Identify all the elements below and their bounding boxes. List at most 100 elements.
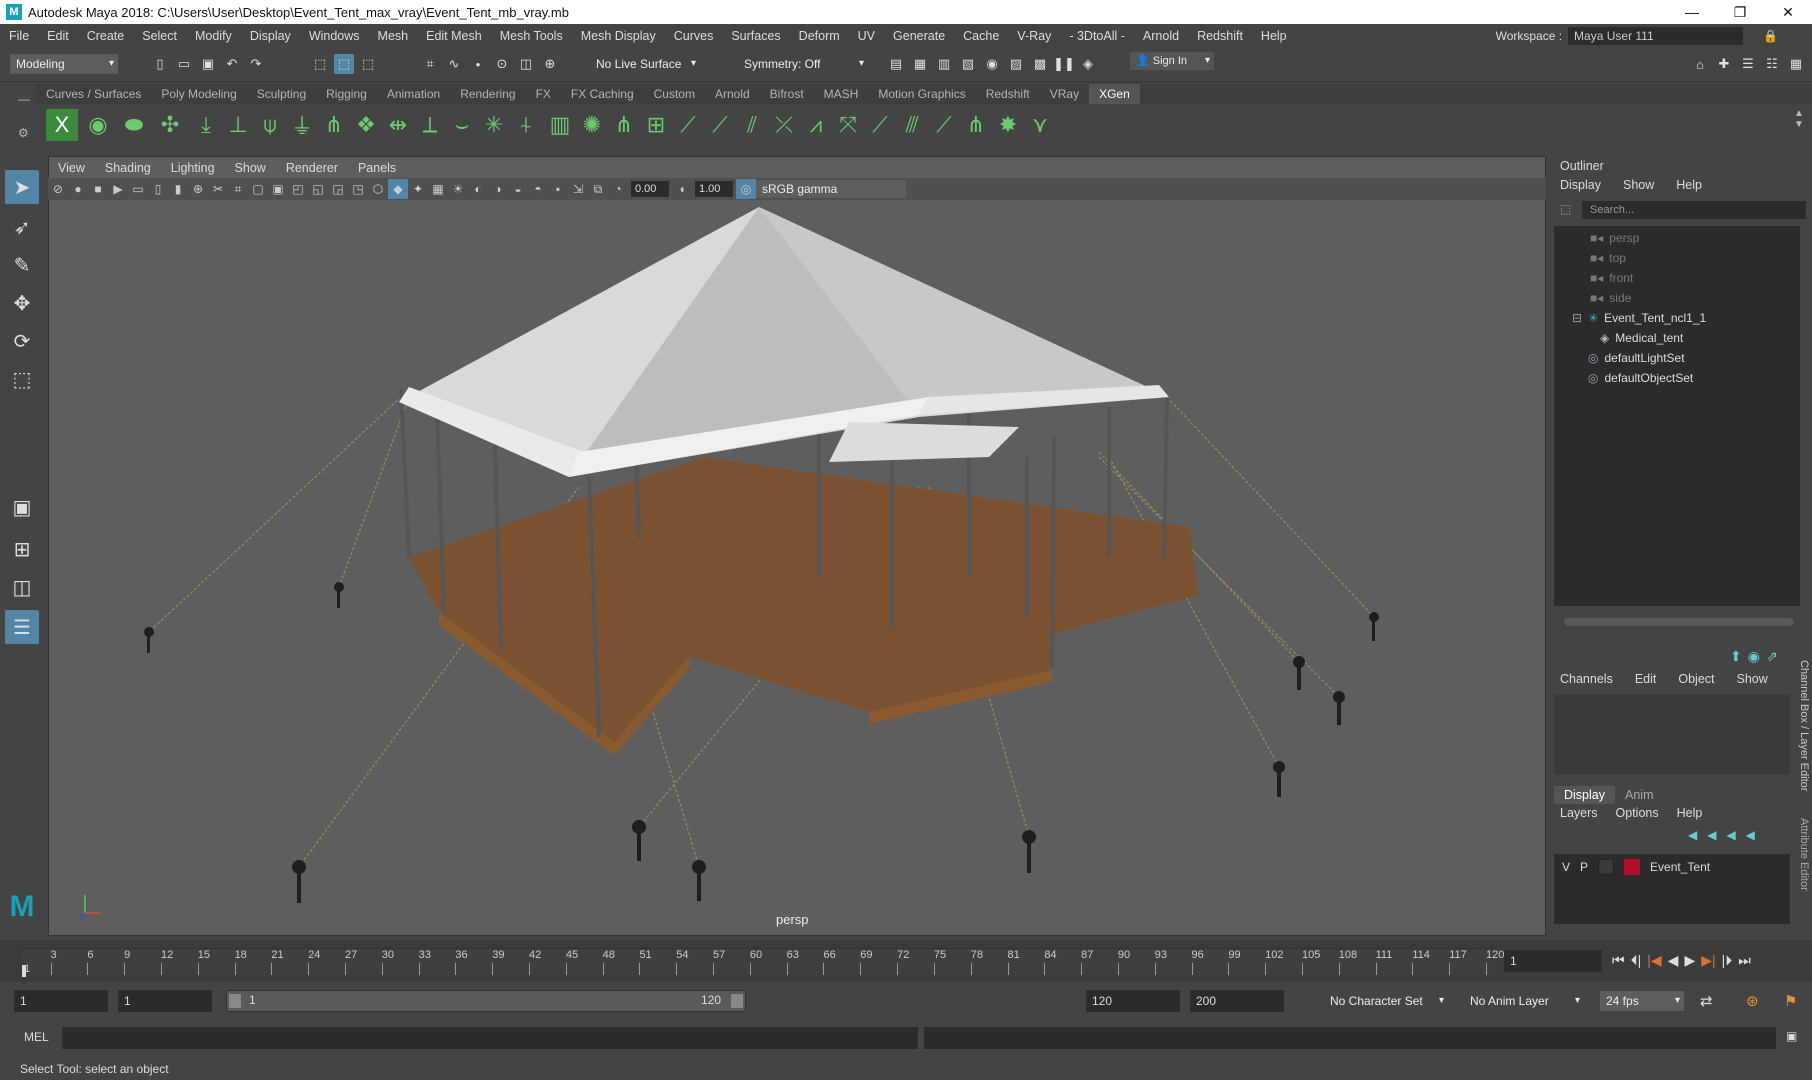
shelf-tab-bifrost[interactable]: Bifrost	[760, 84, 814, 104]
xgen-groom-twist-icon[interactable]: ⟋	[928, 109, 960, 141]
xgen-groom-smooth-icon[interactable]: ⟋	[704, 109, 736, 141]
lasso-tool-icon[interactable]: ➶	[5, 210, 39, 244]
layer-visibility-toggle[interactable]: V	[1562, 860, 1570, 874]
xgen-groom-place-icon[interactable]: ✺	[576, 109, 608, 141]
shelf-tab-vray[interactable]: VRay	[1040, 84, 1089, 104]
outliner-menu-help[interactable]: Help	[1676, 178, 1702, 192]
redo-icon[interactable]: ↷	[246, 54, 266, 74]
xgen-groom-length-icon[interactable]: ⫽	[736, 109, 768, 141]
scene-start-field[interactable]: 1	[14, 990, 108, 1012]
lights-icon[interactable]: ☀	[448, 179, 468, 199]
shelf-tab-redshift[interactable]: Redshift	[976, 84, 1040, 104]
four-view-layout-icon[interactable]: ⊞	[5, 532, 39, 566]
viewport-menu-panels[interactable]: Panels	[348, 161, 406, 175]
menu-edit-mesh[interactable]: Edit Mesh	[417, 29, 491, 43]
xgen-groom-density-icon[interactable]: ⊞	[640, 109, 672, 141]
default-material-icon[interactable]: ▦	[428, 179, 448, 199]
two-view-layout-icon[interactable]: ◫	[5, 570, 39, 604]
menu-curves[interactable]: Curves	[665, 29, 723, 43]
pause-icon[interactable]: ❚❚	[1053, 54, 1075, 74]
outliner-horizontal-scrollbar[interactable]	[1564, 618, 1794, 626]
outliner-item-event-tent-group[interactable]: ⊟ ✳ Event_Tent_ncl1_1	[1572, 308, 1706, 328]
scale-tool-icon[interactable]: ⬚	[5, 362, 39, 396]
anim-layer-dropdown[interactable]: No Anim Layer	[1464, 991, 1584, 1011]
gamma-field[interactable]: 1.00	[695, 181, 733, 197]
xgen-clump-icon[interactable]: ✳	[478, 109, 510, 141]
play-forward-icon[interactable]: ▶	[1684, 952, 1695, 969]
xgen-groom-add-icon[interactable]: ⋔	[608, 109, 640, 141]
menu-cache[interactable]: Cache	[954, 29, 1008, 43]
shelf-tab-fx-caching[interactable]: FX Caching	[561, 84, 644, 104]
hypershade-icon[interactable]: ◉	[982, 54, 1002, 74]
menu-uv[interactable]: UV	[849, 29, 884, 43]
playback-start-field[interactable]: 1	[118, 990, 212, 1012]
render-setup-icon[interactable]: ▩	[1030, 54, 1050, 74]
minimize-button[interactable]: —	[1668, 0, 1716, 24]
render-sequence-icon[interactable]: ▦	[910, 54, 930, 74]
select-by-object-icon[interactable]: ⬚	[334, 54, 354, 74]
outliner-item-front[interactable]: ■◂ front	[1590, 268, 1633, 288]
xgen-cv-count-icon[interactable]: ⏚	[286, 109, 318, 141]
menu-3dtoall[interactable]: - 3DtoAll -	[1060, 29, 1134, 43]
screen-space-ao-icon[interactable]: ◐	[468, 179, 488, 199]
shelf-tab-sculpting[interactable]: Sculpting	[247, 84, 316, 104]
current-frame-field[interactable]: 1	[1504, 950, 1602, 972]
shelf-scroll-icon[interactable]: ▲ ▼	[1794, 108, 1804, 130]
viewport-menu-lighting[interactable]: Lighting	[161, 161, 225, 175]
fps-dropdown[interactable]: 24 fps	[1600, 991, 1684, 1011]
menu-display[interactable]: Display	[241, 29, 300, 43]
channel-box-side-tab[interactable]: Channel Box / Layer Editor	[1794, 660, 1810, 800]
render-settings-icon[interactable]: ▧	[958, 54, 978, 74]
menu-arnold[interactable]: Arnold	[1134, 29, 1188, 43]
outliner-menu-display[interactable]: Display	[1560, 178, 1601, 192]
menu-edit[interactable]: Edit	[38, 29, 78, 43]
viewport-panel[interactable]	[48, 156, 1546, 936]
select-by-component-icon[interactable]: ⬚	[358, 54, 378, 74]
viewport-menu-shading[interactable]: Shading	[95, 161, 161, 175]
menu-set-dropdown[interactable]: Modeling	[10, 54, 118, 74]
menu-file[interactable]: File	[0, 29, 38, 43]
menu-vray[interactable]: V-Ray	[1008, 29, 1060, 43]
xgen-groom-cut-icon[interactable]: ⤫	[768, 109, 800, 141]
filter-icon[interactable]: ⬚	[1560, 202, 1571, 216]
shelf-tab-motion-graphics[interactable]: Motion Graphics	[868, 84, 975, 104]
snap-view-icon[interactable]: ⊙	[492, 54, 512, 74]
xgen-add-guide-icon[interactable]: ⤓	[190, 109, 222, 141]
channel-box-menu-channels[interactable]: Channels	[1560, 672, 1613, 686]
xgen-groom-part-icon[interactable]: ⟋	[864, 109, 896, 141]
xray-joints-icon[interactable]: ✦	[408, 179, 428, 199]
shelf-tab-poly-modeling[interactable]: Poly Modeling	[151, 84, 246, 104]
shelf-tab-fx[interactable]: FX	[526, 84, 561, 104]
outliner-layout-icon[interactable]: ☰	[5, 610, 39, 644]
collapse-icon[interactable]: ⊟	[1572, 308, 1582, 328]
smooth-shade-icon[interactable]: ▣	[268, 179, 288, 199]
xgen-grass-icon[interactable]: ⋔	[318, 109, 350, 141]
auto-key-icon[interactable]: ⊛	[1746, 992, 1759, 1010]
attribute-editor-icon[interactable]: ☰	[1738, 54, 1758, 74]
step-forward-key-icon[interactable]: |⏵	[1722, 952, 1733, 969]
go-to-start-icon[interactable]: ⏮	[1612, 952, 1625, 969]
xgen-preview-icon[interactable]: ◉	[82, 109, 114, 141]
layer-tab-display[interactable]: Display	[1554, 786, 1615, 804]
menu-deform[interactable]: Deform	[790, 29, 849, 43]
command-input[interactable]	[62, 1027, 918, 1049]
xgen-cut-icon[interactable]: ⟂	[414, 109, 446, 141]
close-button[interactable]: ✕	[1764, 0, 1812, 24]
animation-preferences-icon[interactable]: ⚑	[1784, 992, 1797, 1010]
outliner-item-side[interactable]: ■◂ side	[1590, 288, 1631, 308]
workspace-dropdown[interactable]: Maya User 111	[1568, 27, 1744, 45]
rotate-tool-icon[interactable]: ⟳	[5, 324, 39, 358]
step-back-key-icon[interactable]: ⏴|	[1631, 952, 1642, 969]
script-editor-icon[interactable]: ▣	[1786, 1029, 1797, 1043]
menu-mesh[interactable]: Mesh	[369, 29, 418, 43]
image-plane-icon[interactable]: ⧉	[588, 179, 608, 199]
shelf-tab-xgen[interactable]: XGen	[1089, 84, 1140, 104]
viewport-menu-show[interactable]: Show	[225, 161, 276, 175]
xray-icon[interactable]: ◆	[388, 179, 408, 199]
render-view-icon[interactable]: ▨	[1006, 54, 1026, 74]
snap-point-icon[interactable]: •	[468, 54, 488, 74]
shelf-tab-arnold[interactable]: Arnold	[705, 84, 760, 104]
motion-blur-icon[interactable]: ◑	[488, 179, 508, 199]
xgen-bend-icon[interactable]: ⌣	[446, 109, 478, 141]
ipr-render-icon[interactable]: ▥	[934, 54, 954, 74]
